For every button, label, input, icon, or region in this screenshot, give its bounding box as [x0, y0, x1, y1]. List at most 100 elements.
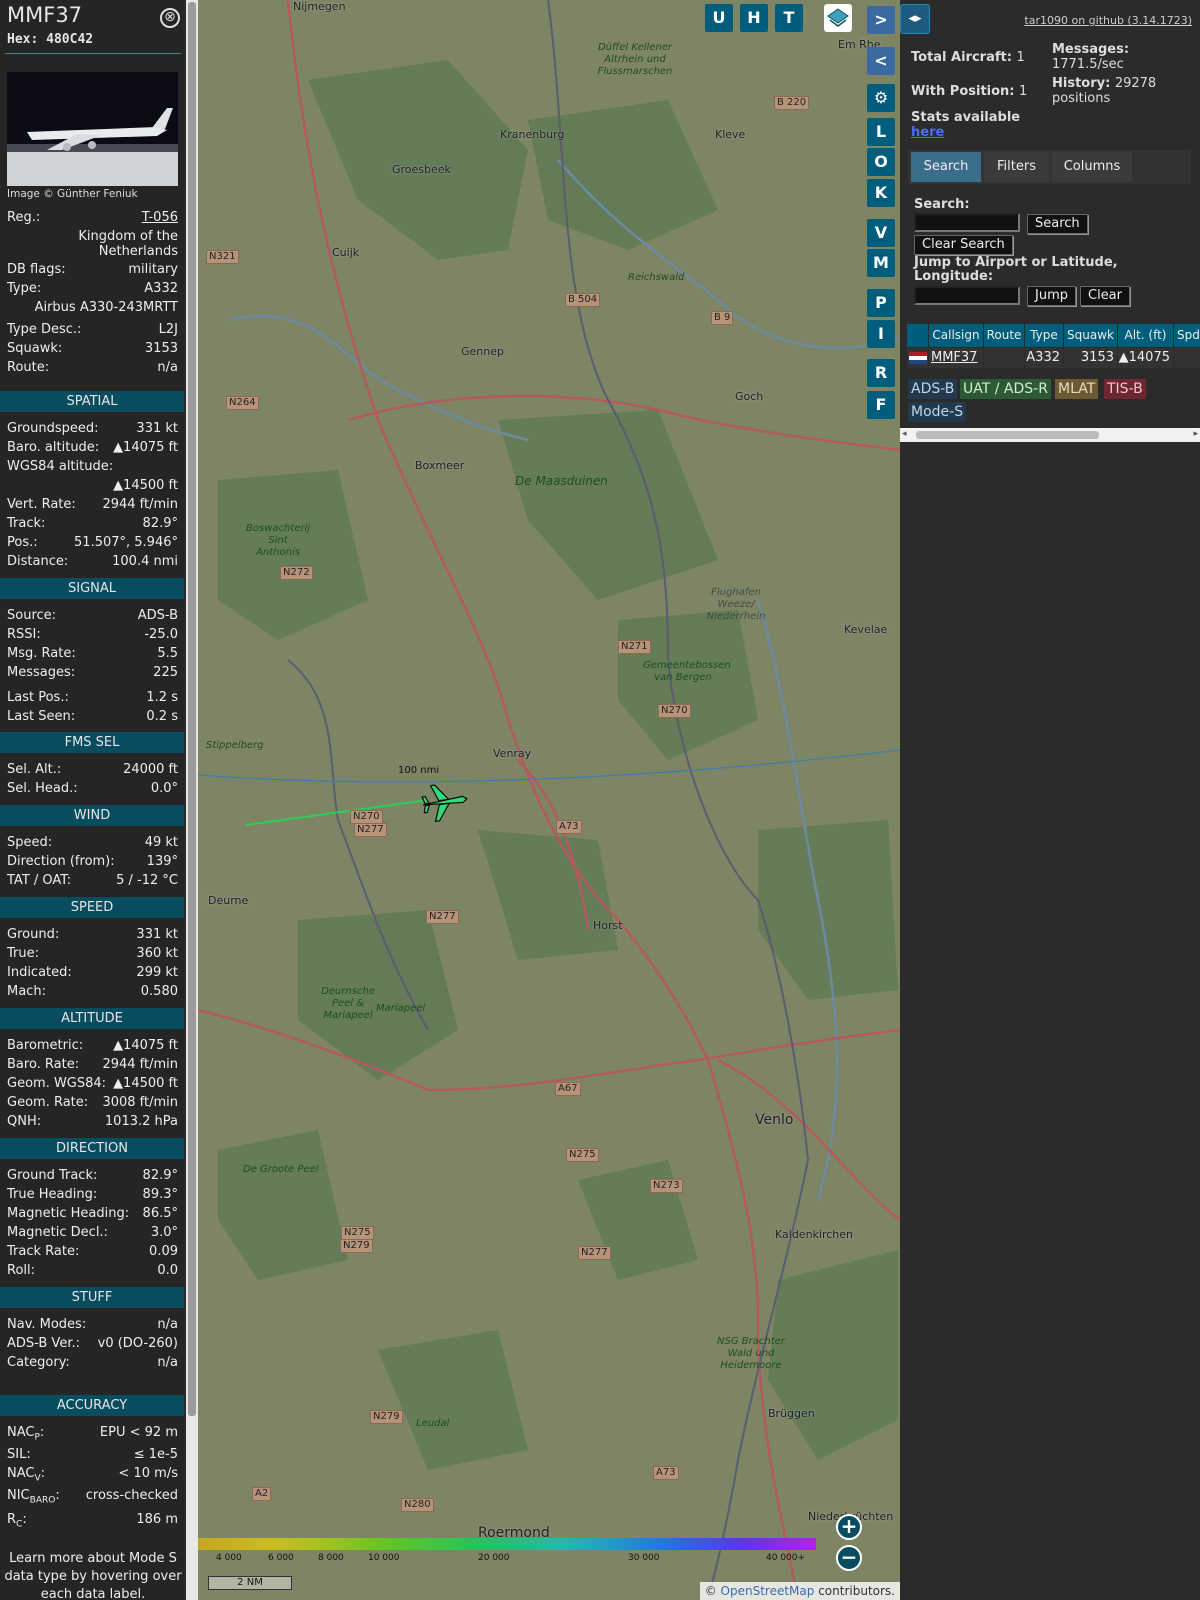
scroll-left-icon[interactable]: ◂ [902, 429, 907, 439]
baro-rate-label: Baro. Rate: [7, 1057, 80, 1072]
altitude-legend-tick: 30 000 [628, 1553, 660, 1563]
h-scrollbar-thumb[interactable] [916, 431, 1099, 439]
column-route[interactable]: Route [984, 324, 1024, 347]
chip-mlat[interactable]: MLAT [1055, 379, 1099, 399]
panel-toggle-button[interactable]: ◂▸ [900, 4, 930, 34]
rc-label-text: R [7, 1512, 17, 1527]
right-panel: ◂▸ tar1090 on github (3.14.1723) Total A… [900, 0, 1200, 1600]
expand-right-button[interactable]: > [867, 6, 895, 34]
map-button-u[interactable]: U [705, 4, 733, 32]
zoom-in-button[interactable]: + [836, 1514, 862, 1540]
magnetic-heading-value: 86.5° [142, 1206, 178, 1221]
scroll-right-icon[interactable]: ▸ [1193, 429, 1198, 439]
clear-jump-button[interactable]: Clear [1080, 286, 1130, 306]
ground-speed-row: Ground: 331 kt [7, 925, 178, 944]
road-shield: N280 [401, 1498, 434, 1512]
column-squawk[interactable]: Squawk [1064, 324, 1117, 347]
vert-rate-value: 2944 ft/min [102, 497, 178, 512]
sel-alt-value: 24000 ft [123, 762, 178, 777]
side-button-r[interactable]: R [867, 359, 895, 387]
nav-modes-value: n/a [157, 1317, 178, 1332]
place-label: Kranenburg [500, 128, 565, 141]
row-callsign[interactable]: MMF37 [929, 348, 983, 368]
park-label: NSG Brachter Wald und Heidemoore [717, 1336, 785, 1371]
park-label: De Maasduinen [515, 474, 608, 488]
column-callsign[interactable]: Callsign [929, 324, 983, 347]
road-shield: B 9 [711, 311, 734, 325]
chip-tisb[interactable]: TIS-B [1104, 379, 1146, 399]
baro-alt-label: Baro. altitude: [7, 440, 100, 455]
magnetic-decl-value: 3.0° [150, 1225, 178, 1240]
row-type: A332 [1025, 348, 1063, 368]
side-button-p[interactable]: P [867, 289, 895, 317]
clear-search-button[interactable]: Clear Search [914, 235, 1013, 255]
side-button-k[interactable]: K [867, 179, 895, 207]
map-button-h[interactable]: H [740, 4, 768, 32]
aircraft-photo[interactable] [7, 72, 178, 186]
true-speed-row: True: 360 kt [7, 944, 178, 963]
sidebar-scrollbar[interactable] [186, 0, 198, 1600]
altitude-legend-tick: 8 000 [318, 1553, 344, 1563]
search-input[interactable] [914, 213, 1020, 232]
map-attribution: © OpenStreetMap contributors. [699, 1582, 900, 1600]
messages-row: Messages: 225 [7, 663, 178, 682]
place-label: Horst [593, 919, 623, 932]
nic-row: NICBARO: cross-checked [7, 1486, 178, 1506]
road-shield: B 220 [774, 96, 810, 110]
place-label: Cuijk [332, 246, 360, 259]
side-button-f[interactable]: F [867, 391, 895, 419]
chip-uat[interactable]: UAT / ADS-R [960, 379, 1051, 399]
side-button-o[interactable]: O [867, 148, 895, 176]
range-label: 100 nmi [398, 765, 440, 776]
aircraft-icon[interactable] [419, 780, 469, 824]
section-spatial: SPATIAL [0, 391, 184, 412]
map-button-t[interactable]: T [775, 4, 803, 32]
close-icon[interactable]: ⊗ [160, 8, 180, 28]
sel-alt-label: Sel. Alt.: [7, 762, 62, 777]
hex-label: Hex: [7, 32, 39, 47]
side-button-l[interactable]: L [867, 118, 895, 146]
scrollbar-thumb[interactable] [188, 2, 196, 1416]
ground-track-label: Ground Track: [7, 1168, 98, 1183]
geom-rate-value: 3008 ft/min [102, 1095, 178, 1110]
attribution-link[interactable]: OpenStreetMap [721, 1584, 815, 1598]
adsb-ver-row: ADS-B Ver.: v0 (DO-260) [7, 1334, 178, 1353]
jump-input[interactable] [914, 286, 1020, 305]
collapse-left-button[interactable]: < [867, 47, 895, 75]
typedesc-label: Type Desc.: [7, 322, 82, 337]
chip-modes[interactable]: Mode-S [908, 402, 967, 422]
nic-label: NICBARO: [7, 1488, 60, 1506]
road-shield: A67 [555, 1082, 581, 1096]
column-altitude[interactable]: Alt. (ft) [1118, 324, 1173, 347]
place-label: Deurne [208, 894, 249, 907]
route-value: n/a [157, 360, 178, 375]
side-button-i[interactable]: I [867, 320, 895, 348]
zoom-out-button[interactable]: − [836, 1545, 862, 1571]
tab-search[interactable]: Search [911, 152, 981, 182]
side-button-m[interactable]: M [867, 249, 895, 277]
baro-rate-value: 2944 ft/min [102, 1057, 178, 1072]
jump-button[interactable]: Jump [1027, 286, 1076, 306]
position-row: Pos.: 51.507°, 5.946° [7, 533, 178, 552]
park-label: Reichswald [628, 272, 685, 283]
reg-link[interactable]: T-056 [142, 208, 178, 227]
column-type[interactable]: Type [1025, 324, 1063, 347]
map-view[interactable]: Nijmegen Kranenburg Kleve Groesbeek Cuijk Gen… [198, 0, 900, 1600]
tab-filters[interactable]: Filters [984, 152, 1049, 182]
side-button-v[interactable]: V [867, 219, 895, 247]
stats-here-link[interactable]: here [911, 125, 1020, 140]
chip-adsb[interactable]: ADS-B [908, 379, 958, 399]
horizontal-scrollbar[interactable]: ◂ ▸ [900, 428, 1200, 442]
settings-button[interactable]: ⚙ [867, 84, 895, 112]
column-speed[interactable]: Spd [1174, 324, 1200, 347]
indicated-speed-value: 299 kt [136, 965, 178, 980]
search-button[interactable]: Search [1027, 214, 1088, 234]
layers-button[interactable] [824, 4, 852, 32]
github-link[interactable]: tar1090 on github (3.14.1723) [1024, 14, 1192, 27]
tab-columns[interactable]: Columns [1052, 152, 1132, 182]
callsign-title: MMF37 [7, 3, 83, 27]
place-label: Venlo [755, 1112, 794, 1128]
magnetic-decl-row: Magnetic Decl.: 3.0° [7, 1223, 178, 1242]
wind-speed-row: Speed: 49 kt [7, 833, 178, 852]
position-value: 51.507°, 5.946° [74, 535, 178, 550]
